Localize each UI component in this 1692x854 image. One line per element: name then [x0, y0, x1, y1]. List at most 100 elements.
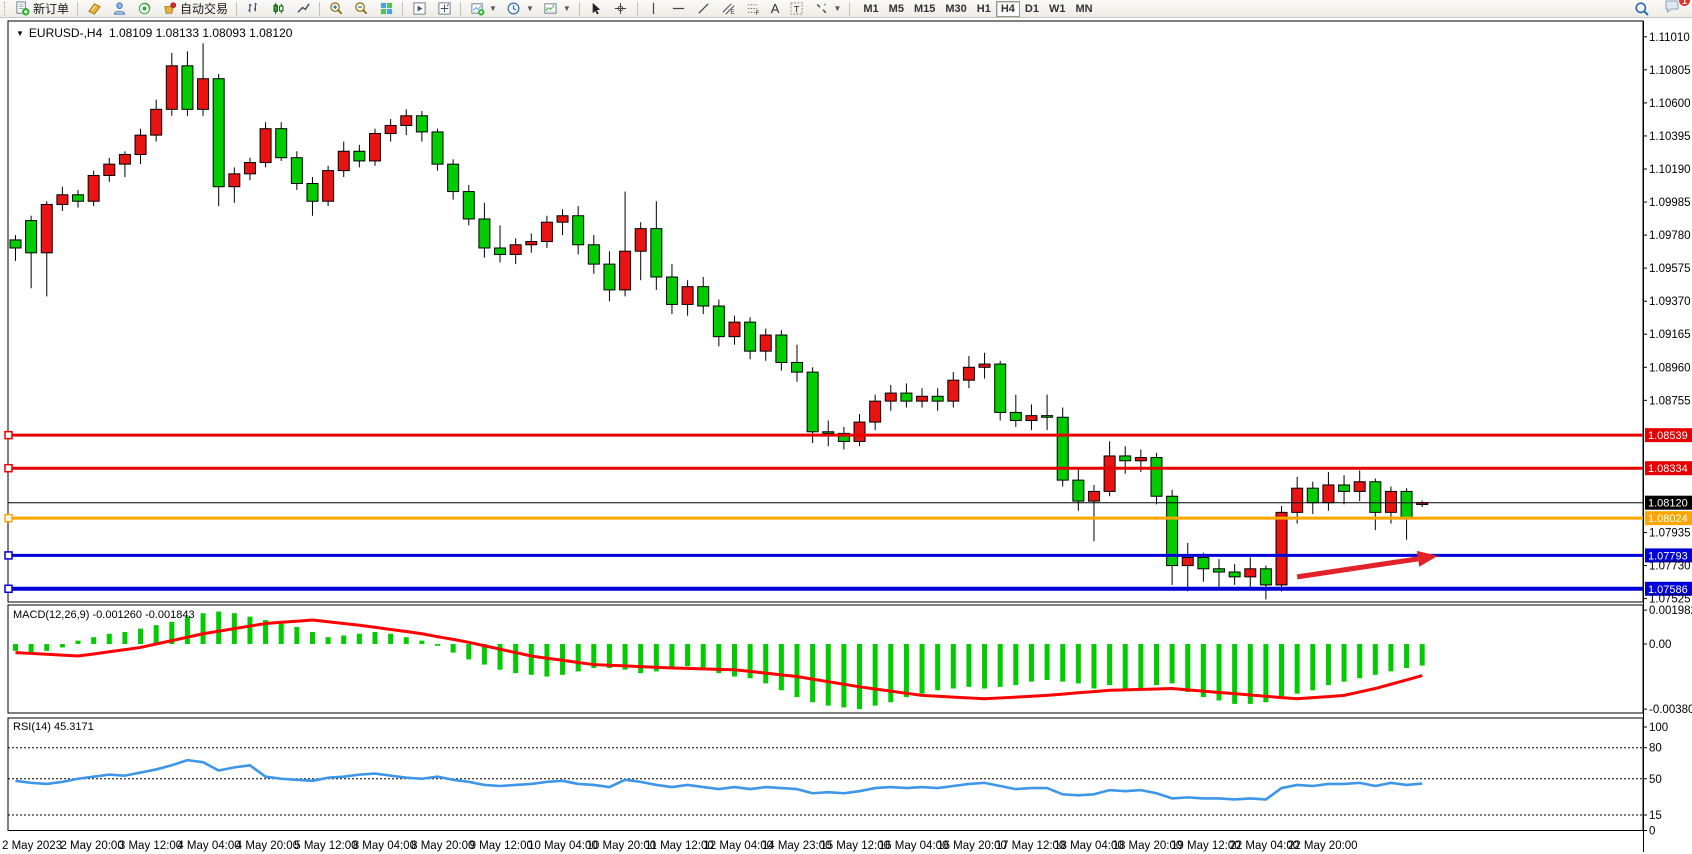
arrows-tool-button[interactable]: ▼	[809, 1, 845, 17]
candlestick-chart-button[interactable]	[266, 1, 290, 17]
line-handle[interactable]	[5, 515, 12, 522]
cursor-tool-button[interactable]	[584, 1, 608, 17]
metaeditor-icon	[86, 1, 102, 17]
new-order-button[interactable]: 新订单	[10, 1, 73, 17]
crosshair-tool-button[interactable]	[609, 1, 633, 17]
candle	[244, 163, 255, 174]
timeframe-M1[interactable]: M1	[858, 1, 883, 17]
timeframe-MN[interactable]: MN	[1070, 1, 1097, 17]
dropdown-arrow-icon: ▼	[489, 4, 497, 13]
toolbar-separator	[579, 2, 580, 16]
candle	[1042, 416, 1053, 418]
equidistant-channel-tool-button[interactable]: E	[717, 1, 741, 17]
timeframe-D1[interactable]: D1	[1020, 1, 1044, 17]
price-tick-label: 1.10190	[1649, 164, 1691, 176]
timeframe-M30[interactable]: M30	[940, 1, 971, 17]
candle	[604, 264, 615, 290]
metaeditor-button[interactable]	[82, 1, 106, 17]
time-axis[interactable]: 2 May 20232 May 20:003 May 12:004 May 04…	[2, 840, 1358, 852]
candle	[354, 151, 365, 161]
trendline-tool-button[interactable]	[692, 1, 716, 17]
candle	[963, 367, 974, 380]
line-handle[interactable]	[5, 465, 12, 472]
fibonacci-tool-button[interactable]: F	[742, 1, 766, 17]
candle	[1276, 512, 1287, 585]
timeframe-H1[interactable]: H1	[972, 1, 996, 17]
mql5-community-button[interactable]	[107, 1, 131, 17]
candle	[401, 116, 412, 126]
candle	[620, 251, 631, 290]
candle	[557, 216, 568, 222]
price-tick-label: 1.10805	[1649, 65, 1691, 77]
data-window-icon	[411, 1, 427, 17]
timeframe-M15[interactable]: M15	[909, 1, 940, 17]
zoom-out-button[interactable]	[349, 1, 373, 17]
candle	[948, 380, 959, 401]
line-handle[interactable]	[5, 552, 12, 559]
macd-tick-label: 0.001982	[1649, 605, 1692, 617]
macd-axis[interactable]: 0.0019820.00-0.003804	[1643, 605, 1692, 716]
candle	[588, 245, 599, 264]
price-tick-label: 1.09165	[1649, 329, 1691, 341]
period-button[interactable]: ▼	[502, 1, 538, 17]
line-handle[interactable]	[5, 585, 12, 592]
equidistant-channel-icon: E	[721, 1, 737, 17]
candle	[291, 158, 302, 184]
toolbar-separator	[319, 2, 320, 16]
candle	[10, 240, 21, 248]
timeframe-W1[interactable]: W1	[1044, 1, 1071, 17]
symbol-dropdown-icon[interactable]: ▼	[16, 29, 24, 38]
line-chart-button[interactable]	[291, 1, 315, 17]
vertical-line-tool-button[interactable]	[642, 1, 666, 17]
line-chart-icon	[295, 1, 311, 17]
candle	[807, 372, 818, 432]
candle	[260, 129, 271, 163]
auto-trading-button[interactable]: 自动交易	[157, 1, 232, 17]
horizontal-line-tool-button[interactable]	[667, 1, 691, 17]
candle	[1198, 558, 1209, 569]
signals-button[interactable]	[132, 1, 156, 17]
rsi-tick-label: 100	[1649, 722, 1668, 734]
candle	[870, 401, 881, 422]
chart-area[interactable]: 1.085391.083341.081201.080241.077931.075…	[0, 18, 1692, 854]
candle	[41, 204, 52, 252]
candle	[1370, 482, 1381, 513]
price-tick-label: 1.10600	[1649, 98, 1691, 110]
text-tool-button[interactable]: A	[767, 1, 784, 17]
auto-trading-label: 自动交易	[180, 0, 228, 17]
navigator-button[interactable]	[432, 1, 456, 17]
dropdown-arrow-icon: ▼	[563, 4, 571, 13]
candle	[1135, 458, 1146, 461]
candle	[901, 393, 912, 401]
tile-windows-button[interactable]	[374, 1, 398, 17]
price-tick-label: 1.08755	[1649, 395, 1691, 407]
timeframe-M5[interactable]: M5	[884, 1, 909, 17]
search-button[interactable]	[1630, 1, 1654, 17]
data-window-button[interactable]	[407, 1, 431, 17]
time-axis-label: 8 May 20:00	[411, 840, 474, 852]
crosshair-icon	[613, 1, 629, 17]
chart-canvas[interactable]: 1.085391.083341.081201.080241.077931.075…	[0, 18, 1692, 854]
candle	[1088, 491, 1099, 501]
candle	[276, 129, 287, 158]
rsi-axis[interactable]: 1008050150	[1643, 722, 1668, 838]
bar-chart-button[interactable]	[241, 1, 265, 17]
mt4-window: 新订单 自动交易	[0, 0, 1692, 854]
chart-title: ▼EURUSD-,H4 1.08109 1.08133 1.08093 1.08…	[16, 26, 292, 40]
candle	[432, 132, 443, 164]
text-label-tool-button[interactable]: T	[784, 1, 808, 17]
timeframe-H4[interactable]: H4	[996, 1, 1020, 17]
vertical-line-icon	[646, 1, 662, 17]
line-handle[interactable]	[5, 432, 12, 439]
toolbar-grip	[4, 2, 7, 16]
time-axis-label: 8 May 04:00	[353, 840, 416, 852]
template-button[interactable]: ▼	[539, 1, 575, 17]
tile-windows-icon	[378, 1, 394, 17]
candle	[479, 219, 490, 248]
candlestick-chart-icon	[270, 1, 286, 17]
time-axis-label: 2 May 20:00	[60, 840, 123, 852]
new-chart-button[interactable]: ▼	[465, 1, 501, 17]
mql5-community-icon	[111, 1, 127, 17]
zoom-in-button[interactable]	[324, 1, 348, 17]
candle	[729, 322, 740, 337]
